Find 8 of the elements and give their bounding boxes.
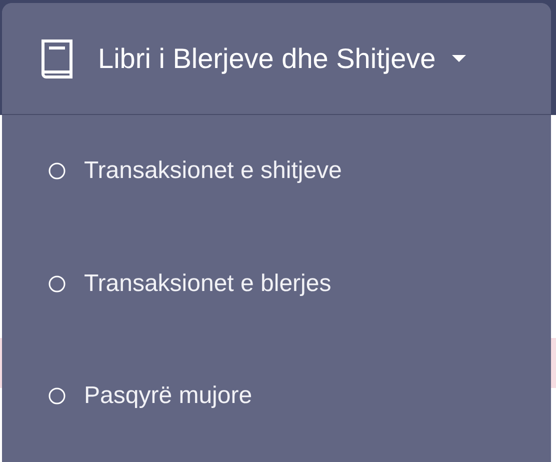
book-icon [40,38,74,78]
circle-icon [48,274,66,293]
circle-icon [48,387,66,406]
circle-icon [48,162,66,180]
menu-item[interactable]: Pasqyrë mujore [2,340,551,452]
menu-header-button[interactable]: Libri i Blerjeve dhe Shitjeve [2,3,551,115]
menu-item[interactable]: Transaksionet e shitjeve [2,115,551,228]
menu-item[interactable]: Transaksionet e blerjes [2,228,551,340]
